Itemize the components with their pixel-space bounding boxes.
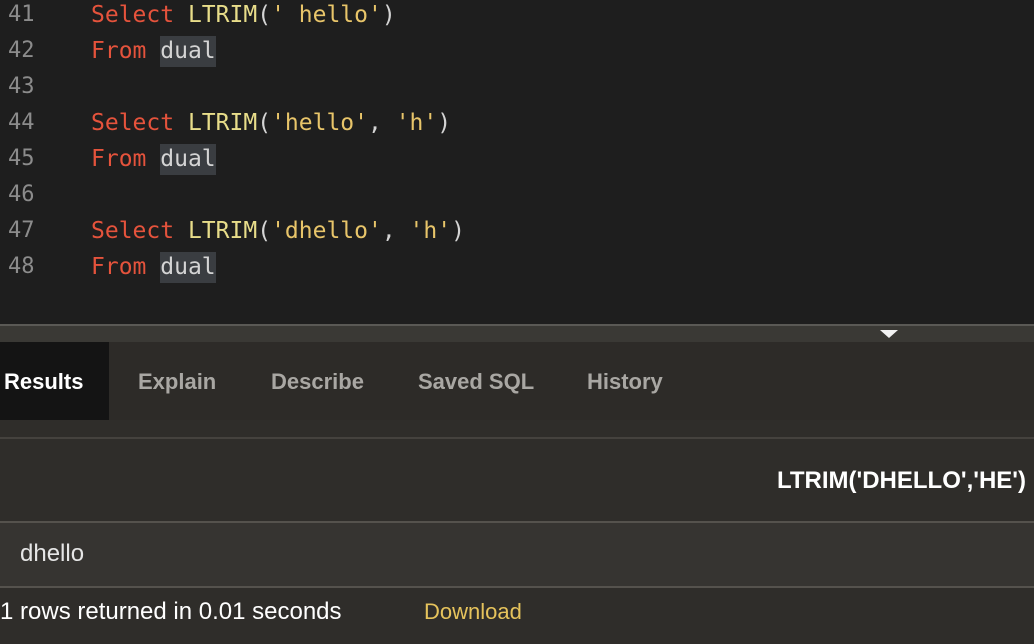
string-token: 'h' xyxy=(395,110,438,136)
line-number: 47 xyxy=(8,218,35,243)
sql-workshop: 41 Select LTRIM(' hello') 42 From dual 4… xyxy=(0,0,1034,644)
table-cell: dhello xyxy=(20,540,85,567)
tab-history[interactable]: History xyxy=(587,342,663,420)
tab-results[interactable]: Results xyxy=(0,342,110,420)
code-text[interactable]: From dual xyxy=(91,36,216,67)
function-token: LTRIM xyxy=(187,110,258,136)
column-header[interactable]: LTRIM('DHELLO','HE') xyxy=(777,467,1026,495)
pane-splitter[interactable] xyxy=(0,324,1034,342)
line-number: 44 xyxy=(8,110,35,135)
line-number: 43 xyxy=(8,74,35,99)
tab-saved-sql[interactable]: Saved SQL xyxy=(418,342,534,420)
keyword-token: Select xyxy=(91,2,175,28)
code-line[interactable]: 45 From dual xyxy=(0,144,1034,180)
results-tabbar: Results Explain Describe Saved SQL Histo… xyxy=(0,342,1034,420)
table-token: dual xyxy=(160,36,216,67)
function-token: LTRIM xyxy=(187,2,258,28)
keyword-token: Select xyxy=(91,110,175,136)
string-token: 'dhello' xyxy=(271,218,382,244)
paren-token: ) xyxy=(381,2,396,28)
code-text[interactable]: Select LTRIM('dhello', 'h') xyxy=(91,218,465,244)
paren-token: ) xyxy=(451,218,465,244)
function-token: LTRIM xyxy=(187,218,258,244)
code-line[interactable]: 47 Select LTRIM('dhello', 'h') xyxy=(0,216,1034,252)
results-panel: LTRIM('DHELLO','HE') dhello 1 rows retur… xyxy=(0,420,1034,644)
string-token: ' hello' xyxy=(271,2,382,28)
code-line[interactable]: 46 xyxy=(0,180,1034,216)
rows-returned-status: 1 rows returned in 0.01 seconds xyxy=(0,598,342,625)
code-line[interactable]: 43 xyxy=(0,72,1034,108)
comma-token: , xyxy=(368,110,396,136)
paren-token: ) xyxy=(437,110,452,136)
string-token: 'h' xyxy=(409,218,452,244)
code-line[interactable]: 48 From dual xyxy=(0,252,1034,288)
code-text[interactable]: Select LTRIM('hello', 'h') xyxy=(91,110,451,136)
tab-explain[interactable]: Explain xyxy=(138,342,216,420)
table-token: dual xyxy=(160,144,216,175)
string-token: 'hello' xyxy=(271,110,368,136)
keyword-token: From xyxy=(91,146,147,172)
table-header: LTRIM('DHELLO','HE') xyxy=(0,439,1034,521)
code-text[interactable]: From dual xyxy=(91,252,216,283)
table-row[interactable]: dhello xyxy=(0,523,1034,586)
keyword-token: From xyxy=(91,254,147,280)
line-number: 41 xyxy=(8,2,35,27)
code-line[interactable]: 42 From dual xyxy=(0,36,1034,72)
keyword-token: From xyxy=(91,38,147,64)
comma-token: , xyxy=(381,218,410,244)
keyword-token: Select xyxy=(91,218,175,244)
line-number: 48 xyxy=(8,254,35,279)
download-link[interactable]: Download xyxy=(424,599,522,625)
code-line[interactable]: 41 Select LTRIM(' hello') xyxy=(0,0,1034,36)
table-token: dual xyxy=(160,252,216,283)
code-editor[interactable]: 41 Select LTRIM(' hello') 42 From dual 4… xyxy=(0,0,1034,324)
paren-token: ( xyxy=(257,2,272,28)
tab-describe[interactable]: Describe xyxy=(271,342,364,420)
code-text[interactable]: From dual xyxy=(91,144,216,175)
code-line[interactable]: 44 Select LTRIM('hello', 'h') xyxy=(0,108,1034,144)
collapse-triangle-icon[interactable] xyxy=(880,330,898,338)
paren-token: ( xyxy=(257,218,272,244)
results-status-bar: 1 rows returned in 0.01 seconds Download xyxy=(0,588,1034,644)
line-number: 45 xyxy=(8,146,35,171)
line-number: 46 xyxy=(8,182,35,207)
code-text[interactable]: Select LTRIM(' hello') xyxy=(91,2,396,28)
paren-token: ( xyxy=(257,110,272,136)
line-number: 42 xyxy=(8,38,35,63)
